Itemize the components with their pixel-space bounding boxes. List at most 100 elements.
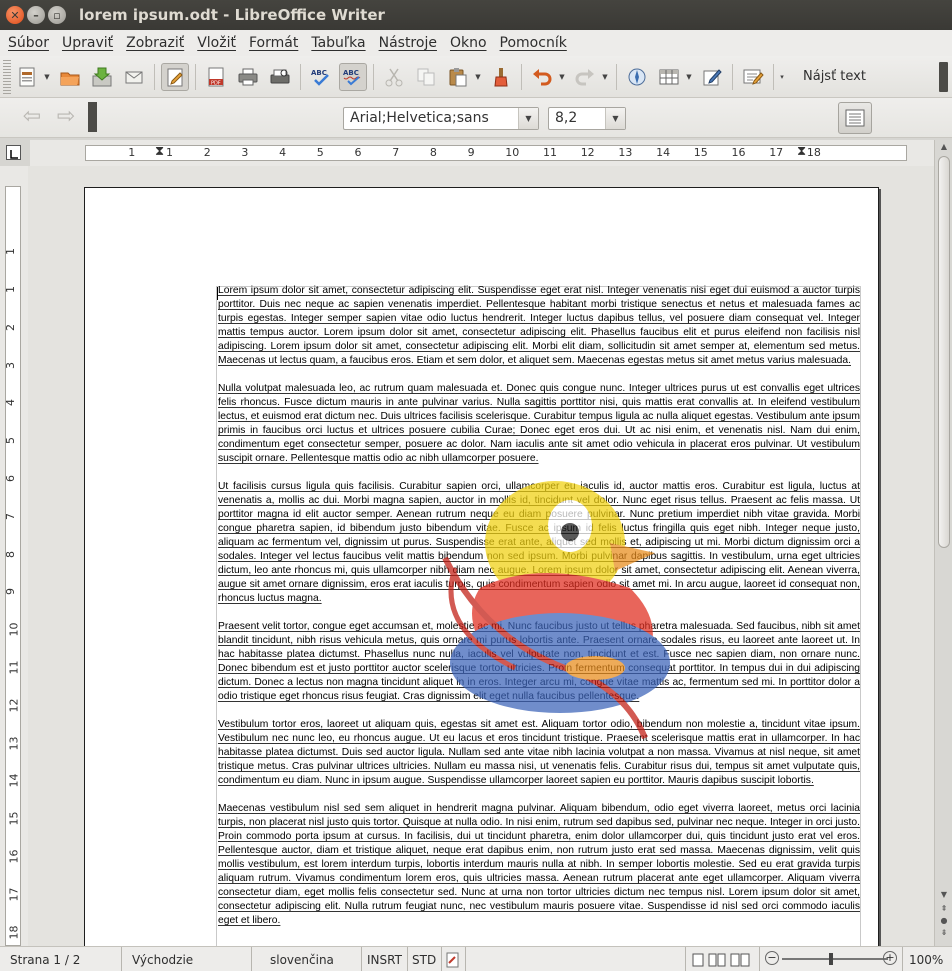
ruler-number: 9 <box>4 588 17 596</box>
book-view-icon[interactable] <box>730 953 750 967</box>
previous-page-icon[interactable]: ⇞ <box>937 904 951 916</box>
paragraph[interactable]: Praesent velit tortor, congue eget accum… <box>218 620 860 704</box>
ruler-number: 11 <box>543 146 557 159</box>
zoom-slider-thumb[interactable] <box>829 953 833 965</box>
menu-vlozit[interactable]: Vložiť <box>191 35 242 51</box>
document-body[interactable]: Lorem ipsum dolor sit amet, consectetur … <box>218 284 860 942</box>
menu-okno[interactable]: Okno <box>444 35 493 51</box>
open-icon[interactable] <box>56 63 84 91</box>
zoom-in-button[interactable]: + <box>883 951 897 965</box>
ruler-number: 4 <box>4 399 17 407</box>
edit-mode-icon[interactable] <box>161 62 189 91</box>
print-icon[interactable] <box>234 63 262 91</box>
paragraph[interactable]: Vestibulum tortor eros, laoreet ut aliqu… <box>218 718 860 788</box>
menu-nastroje[interactable]: Nástroje <box>373 35 443 51</box>
chevron-down-icon[interactable]: ▼ <box>474 73 482 81</box>
chevron-down-icon[interactable]: ▼ <box>601 73 609 81</box>
chevron-down-icon[interactable]: ▼ <box>558 73 566 81</box>
minimize-window-button[interactable]: – <box>27 6 45 24</box>
chevron-down-icon[interactable]: ▼ <box>43 73 51 81</box>
indent-marker-icon[interactable]: ⧗ <box>797 144 806 159</box>
document-modified-icon[interactable] <box>442 947 466 971</box>
horizontal-ruler[interactable]: 1 1 2 3 4 5 6 7 8 9 10 11 12 13 14 15 16 17 18 ⧗ ⧗ <box>30 140 936 166</box>
undo-icon[interactable] <box>528 63 556 91</box>
export-pdf-icon[interactable]: PDF <box>202 63 230 91</box>
ruler-number: 5 <box>4 437 17 445</box>
zoom-out-button[interactable]: − <box>765 951 779 965</box>
menu-zobrazit[interactable]: Zobraziť <box>120 35 190 51</box>
scroll-down-icon[interactable]: ▼ <box>937 890 951 902</box>
ruler-number: 1 <box>128 146 136 159</box>
page-style[interactable]: Východzie <box>122 947 252 971</box>
menu-tabulka[interactable]: Tabuľka <box>305 35 371 51</box>
form-controls-icon[interactable] <box>739 63 767 91</box>
ruler-number: 1 <box>4 248 17 256</box>
scroll-up-icon[interactable]: ▲ <box>937 142 951 154</box>
indent-marker-icon[interactable]: ⧗ <box>155 144 164 159</box>
print-preview-icon[interactable] <box>266 63 294 91</box>
font-name-combobox[interactable]: Arial;Helvetica;sans ▼ <box>343 107 539 130</box>
email-icon[interactable] <box>120 63 148 91</box>
save-icon[interactable] <box>88 63 116 91</box>
next-page-icon[interactable]: ⇟ <box>937 928 951 940</box>
navigator-icon[interactable] <box>623 63 651 91</box>
multi-page-view-icon[interactable] <box>708 953 726 967</box>
menu-pomocnik[interactable]: Pomocník <box>494 35 573 51</box>
page-count[interactable]: Strana 1 / 2 <box>0 947 122 971</box>
ruler-number: 8 <box>429 146 437 159</box>
navigation-icon[interactable]: ● <box>937 916 951 928</box>
sidebar-toggle-button[interactable] <box>838 102 872 134</box>
spellcheck-icon[interactable]: ABC <box>307 63 335 91</box>
menu-format[interactable]: Formát <box>243 35 304 51</box>
ruler-number: 3 <box>4 361 17 369</box>
font-size-combobox[interactable]: 8,2 ▼ <box>548 107 626 130</box>
vertical-scrollbar[interactable]: ▲ ▼ ⇞ ● ⇟ <box>934 140 952 946</box>
find-text-label[interactable]: Nájsť text <box>803 69 866 84</box>
ruler-number: 14 <box>656 146 671 159</box>
paragraph[interactable]: Lorem ipsum dolor sit amet, consectetur … <box>218 284 860 368</box>
toolbar-overflow-handle[interactable] <box>939 62 948 92</box>
ruler-number: 16 <box>7 849 21 864</box>
close-window-button[interactable]: ✕ <box>6 6 24 24</box>
back-arrow-icon[interactable]: ⇦ <box>20 106 44 129</box>
forward-arrow-icon[interactable]: ⇨ <box>54 106 78 129</box>
new-document-icon[interactable] <box>13 63 41 91</box>
copy-icon[interactable] <box>412 63 440 91</box>
toolbar-separator <box>154 63 155 90</box>
table-icon[interactable] <box>655 63 683 91</box>
toolbar-overflow-handle[interactable] <box>88 102 97 132</box>
document-page[interactable]: Lorem ipsum dolor sit amet, consectetur … <box>84 187 879 946</box>
draw-icon[interactable] <box>698 63 726 91</box>
menu-subor[interactable]: Súbor <box>2 35 55 51</box>
document-canvas[interactable]: Lorem ipsum dolor sit amet, consectetur … <box>28 166 934 946</box>
paste-icon[interactable] <box>444 63 472 91</box>
vertical-ruler[interactable]: 1 1 2 3 4 5 6 7 8 9 10 11 12 13 14 15 16 17 18 <box>0 166 28 946</box>
toolbar-grip[interactable] <box>3 59 11 94</box>
menu-upravit[interactable]: Upraviť <box>56 35 119 51</box>
maximize-window-button[interactable]: ▫ <box>48 6 66 24</box>
language[interactable]: slovenčina <box>252 947 362 971</box>
autospellcheck-icon[interactable]: ABC <box>339 62 367 91</box>
insert-mode[interactable]: INSRT <box>362 947 408 971</box>
toolbar-separator <box>195 63 196 90</box>
scrollbar-thumb[interactable] <box>938 156 950 548</box>
ruler-number: 18 <box>806 146 821 159</box>
signature-area <box>466 947 686 971</box>
clone-format-icon[interactable] <box>487 63 515 91</box>
chevron-down-icon[interactable]: ▼ <box>518 108 538 129</box>
chevron-down-icon[interactable]: ▼ <box>685 73 693 81</box>
paragraph[interactable]: Maecenas vestibulum nisl sed sem aliquet… <box>218 802 860 928</box>
selection-mode[interactable]: STD <box>408 947 442 971</box>
paragraph[interactable]: Nulla volutpat malesuada leo, ac rutrum … <box>218 382 860 466</box>
redo-icon[interactable] <box>571 63 599 91</box>
zoom-percent[interactable]: 100% <box>902 947 952 971</box>
single-page-view-icon[interactable] <box>692 953 704 967</box>
ruler-number: 2 <box>4 323 17 331</box>
cut-icon[interactable] <box>380 63 408 91</box>
ruler-number: 13 <box>618 146 633 159</box>
zoom-slider[interactable] <box>782 958 888 960</box>
chevron-down-icon[interactable]: ▼ <box>605 108 625 129</box>
chevron-down-icon[interactable]: ▾ <box>778 73 786 81</box>
tab-stop-selector[interactable] <box>6 145 21 160</box>
paragraph[interactable]: Ut facilisis cursus ligula quis facilisi… <box>218 480 860 606</box>
